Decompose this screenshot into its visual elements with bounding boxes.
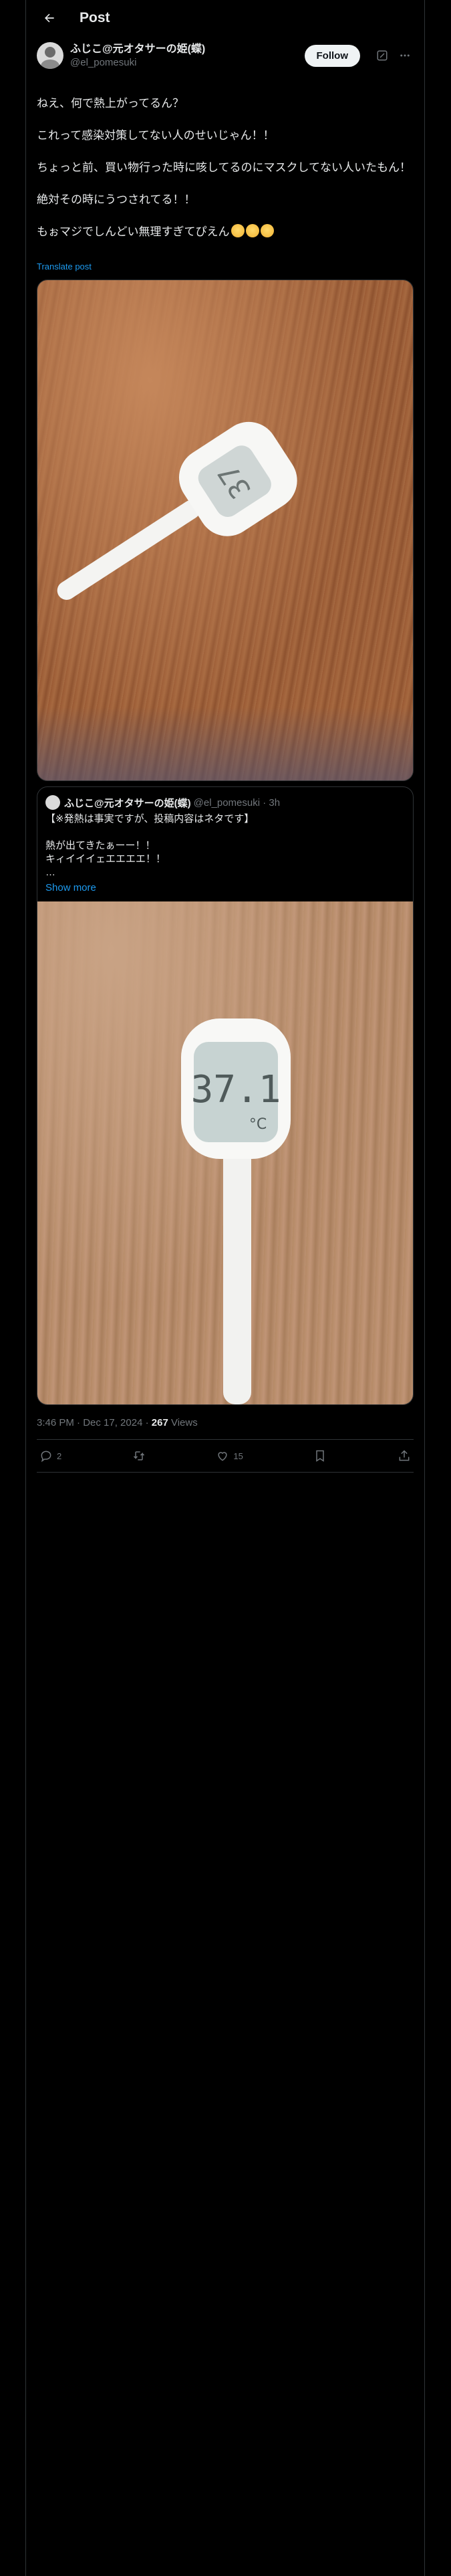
bookmark-icon — [316, 1450, 325, 1462]
pleading-face-emoji-icon — [231, 224, 245, 237]
quoted-line: 【※発熱は事実ですが、投稿内容はネタです】 — [45, 813, 255, 825]
author-handle[interactable]: @el_pomesuki — [70, 56, 305, 69]
quoted-line: 熱が出てきたぁーー！！ — [45, 840, 156, 851]
share-button[interactable] — [398, 1449, 411, 1463]
avatar[interactable] — [37, 42, 63, 69]
tweet-line: 絶対その時にうつされてる！！ — [37, 193, 196, 206]
more-options-button[interactable] — [396, 47, 414, 64]
reply-button[interactable]: 2 — [39, 1449, 61, 1463]
author-name[interactable]: ふじこ@元オタサーの姫(蝶) — [70, 43, 305, 56]
tweet-line: ちょっと前、買い物行った時に咳してるのにマスクしてない人いたもん！ — [37, 161, 411, 174]
views-label: Views — [168, 1417, 198, 1428]
quoted-photo[interactable]: 37.1 °C — [37, 901, 413, 1404]
heart-icon — [218, 1452, 227, 1461]
quoted-post[interactable]: ふじこ@元オタサーの姫(蝶) @el_pomesuki · 3h 【※発熱は事実… — [37, 786, 414, 1405]
quoted-avatar — [45, 795, 60, 810]
pleading-face-emoji-icon — [260, 224, 274, 237]
quoted-author-name: ふじこ@元オタサーの姫(蝶) — [64, 797, 191, 809]
more-icon — [400, 54, 410, 57]
main-column: Post ふじこ@元オタサーの姫(蝶) @el_pomesuki Follow — [25, 0, 425, 2576]
page-title: Post — [80, 9, 110, 25]
tweet-line: ねえ、何で熱上がってるん？ — [37, 97, 184, 110]
author-row: ふじこ@元オタサーの姫(蝶) @el_pomesuki Follow — [37, 39, 414, 72]
tweet-line: これって感染対策してない人のせいじゃん！！ — [37, 129, 275, 142]
post-photo[interactable]: 37 — [37, 280, 414, 781]
arrow-left-icon — [45, 13, 54, 22]
like-count: 15 — [233, 1451, 243, 1461]
header: Post — [26, 0, 424, 35]
quoted-line: キィイイイェエエエエ！！ — [45, 853, 166, 865]
repost-button[interactable] — [132, 1449, 146, 1463]
pleading-face-emoji-icon — [245, 224, 259, 237]
quoted-author-handle: @el_pomesuki · 3h — [193, 796, 281, 809]
repost-icon — [133, 1451, 144, 1461]
timestamp[interactable]: 3:46 PM · Dec 17, 2024 · — [37, 1417, 152, 1428]
post: ふじこ@元オタサーの姫(蝶) @el_pomesuki Follow ねえ、何で… — [26, 35, 424, 1473]
avatar-illustration — [41, 47, 59, 69]
bookmark-button[interactable] — [313, 1449, 327, 1463]
svg-text:°C: °C — [249, 1116, 267, 1133]
post-meta: 3:46 PM · Dec 17, 2024 · 267 Views — [37, 1405, 414, 1440]
tweet-line-last: もぉマジでしんどい無理すぎてぴえん — [37, 224, 414, 240]
tweet-text: ねえ、何で熱上がってるん？ これって感染対策してない人のせいじゃん！！ ちょっと… — [37, 80, 414, 256]
thermometer-photo-2: 37.1 °C — [181, 1018, 291, 1404]
views-count: 267 — [151, 1417, 168, 1428]
thermometer-reading: 37.1 — [191, 1068, 281, 1111]
show-more-link[interactable]: Show more — [37, 879, 413, 901]
action-bar: 2 15 — [37, 1440, 414, 1473]
thermometer-photo-1: 37 — [57, 421, 297, 600]
follow-button[interactable]: Follow — [304, 44, 360, 67]
quoted-text: 【※発熱は事実ですが、投稿内容はネタです】 熱が出てきたぁーー！！ キィイイイェ… — [37, 810, 413, 879]
reply-icon — [41, 1451, 51, 1463]
like-button[interactable]: 15 — [216, 1449, 243, 1463]
translate-post-link[interactable]: Translate post — [37, 261, 414, 272]
back-button[interactable] — [38, 7, 61, 29]
share-icon — [399, 1450, 410, 1461]
quoted-line: … — [45, 867, 55, 878]
grok-icon — [377, 50, 388, 61]
quoted-author: ふじこ@元オタサーの姫(蝶) @el_pomesuki · 3h — [37, 787, 413, 810]
reply-count: 2 — [57, 1451, 62, 1461]
grok-button[interactable] — [373, 47, 391, 64]
